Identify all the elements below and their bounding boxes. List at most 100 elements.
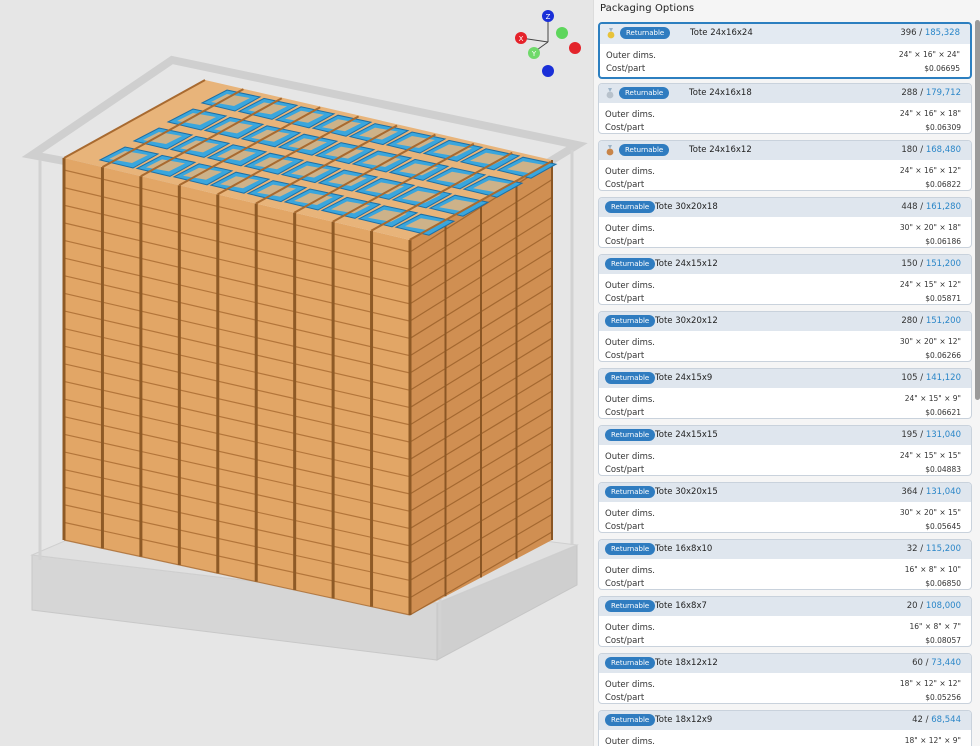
parts-per-tote: 280 xyxy=(901,316,918,326)
outer-dims-label: Outer dims. xyxy=(605,452,656,462)
cost-part-label: Cost/part xyxy=(605,408,645,418)
option-card[interactable]: Returnable Tote 24x16x12 180 / 168,480 Oute… xyxy=(598,140,972,191)
option-card[interactable]: Returnable Tote 16x8x7 20 / 108,000 Outer d… xyxy=(598,596,972,647)
part-counts: 280 / 151,200 xyxy=(901,316,961,326)
option-card[interactable]: Returnable Tote 30x20x18 448 / 161,280 Oute… xyxy=(598,197,972,248)
part-counts: 448 / 161,280 xyxy=(901,202,961,212)
option-card[interactable]: Returnable Tote 24x16x24 396 / 185,328 Oute… xyxy=(598,22,972,79)
cost-part-value: $0.06621 xyxy=(925,408,961,417)
options-list[interactable]: Returnable Tote 24x16x24 396 / 185,328 Oute… xyxy=(598,22,972,746)
option-card[interactable]: Returnable Tote 24x15x15 195 / 131,040 Oute… xyxy=(598,425,972,476)
cost-part-value: $0.04883 xyxy=(925,465,961,474)
total-parts: 68,544 xyxy=(931,715,961,725)
returnable-badge: Returnable xyxy=(605,258,656,270)
returnable-badge: Returnable xyxy=(605,543,656,555)
tote-name: Tote 18x12x12 xyxy=(655,658,718,668)
outer-dims-value: 16" × 8" × 7" xyxy=(909,622,961,631)
part-counts: 105 / 141,120 xyxy=(901,373,961,383)
outer-dims-value: 30" × 20" × 15" xyxy=(899,508,961,517)
option-card[interactable]: Returnable Tote 24x15x9 105 / 141,120 Outer… xyxy=(598,368,972,419)
option-card[interactable]: Returnable Tote 24x15x12 150 / 151,200 Oute… xyxy=(598,254,972,305)
outer-dims-value: 24" × 15" × 9" xyxy=(904,394,961,403)
part-counts: 20 / 108,000 xyxy=(906,601,961,611)
part-counts: 32 / 115,200 xyxy=(906,544,961,554)
option-card[interactable]: Returnable Tote 30x20x15 364 / 131,040 Oute… xyxy=(598,482,972,533)
parts-per-tote: 180 xyxy=(901,145,918,155)
returnable-badge: Returnable xyxy=(620,27,671,39)
cost-part-label: Cost/part xyxy=(606,64,646,74)
outer-dims-label: Outer dims. xyxy=(605,338,656,348)
gizmo-label-x: X xyxy=(519,35,524,43)
outer-dims-label: Outer dims. xyxy=(606,51,657,61)
cost-part-label: Cost/part xyxy=(605,465,645,475)
tote-name: Tote 24x15x15 xyxy=(655,430,718,440)
total-parts: 179,712 xyxy=(925,88,961,98)
cost-part-label: Cost/part xyxy=(605,579,645,589)
packaging-options-panel: Packaging Options Returnable Tote 24x16x2… xyxy=(593,0,980,746)
outer-dims-value: 24" × 15" × 12" xyxy=(899,280,961,289)
total-parts: 115,200 xyxy=(925,544,961,554)
parts-per-tote: 105 xyxy=(901,373,918,383)
scrollbar[interactable] xyxy=(975,20,980,400)
cost-part-label: Cost/part xyxy=(605,180,645,190)
gizmo-label-z: Z xyxy=(546,13,551,21)
tote-name: Tote 16x8x10 xyxy=(655,544,713,554)
gold-medal-icon xyxy=(607,28,615,39)
x-neg-handle xyxy=(569,42,581,54)
total-parts: 151,200 xyxy=(925,259,961,269)
parts-per-tote: 364 xyxy=(901,487,918,497)
outer-dims-value: 24" × 16" × 18" xyxy=(899,109,961,118)
parts-per-tote: 32 xyxy=(906,544,918,554)
total-parts: 131,040 xyxy=(925,487,961,497)
cost-part-value: $0.08057 xyxy=(925,636,961,645)
cost-part-label: Cost/part xyxy=(605,693,645,703)
returnable-badge: Returnable xyxy=(605,429,656,441)
parts-per-tote: 20 xyxy=(906,601,918,611)
parts-per-tote: 150 xyxy=(901,259,918,269)
returnable-badge: Returnable xyxy=(605,486,656,498)
tote-name: Tote 24x16x18 xyxy=(689,88,752,98)
cost-part-label: Cost/part xyxy=(605,522,645,532)
panel-title: Packaging Options xyxy=(600,3,695,14)
option-card[interactable]: Returnable Tote 24x16x18 288 / 179,712 Oute… xyxy=(598,83,972,134)
outer-dims-value: 30" × 20" × 12" xyxy=(899,337,961,346)
cost-part-label: Cost/part xyxy=(605,237,645,247)
cost-part-value: $0.05871 xyxy=(925,294,961,303)
option-card[interactable]: Returnable Tote 30x20x12 280 / 151,200 Oute… xyxy=(598,311,972,362)
cost-part-label: Cost/part xyxy=(605,294,645,304)
cost-part-value: $0.06186 xyxy=(925,237,961,246)
cost-part-value: $0.06822 xyxy=(925,180,961,189)
returnable-badge: Returnable xyxy=(605,657,656,669)
option-card[interactable]: Returnable Tote 18x12x9 42 / 68,544 Outer d… xyxy=(598,710,972,746)
returnable-badge: Returnable xyxy=(605,315,656,327)
returnable-badge: Returnable xyxy=(605,201,656,213)
part-counts: 150 / 151,200 xyxy=(901,259,961,269)
cost-part-value: $0.06266 xyxy=(925,351,961,360)
parts-per-tote: 448 xyxy=(901,202,918,212)
total-parts: 73,440 xyxy=(931,658,961,668)
part-counts: 364 / 131,040 xyxy=(901,487,961,497)
z-neg-handle xyxy=(542,65,554,77)
returnable-badge: Returnable xyxy=(619,87,670,99)
outer-dims-value: 24" × 16" × 24" xyxy=(898,50,960,59)
parts-per-tote: 60 xyxy=(912,658,923,668)
outer-dims-label: Outer dims. xyxy=(605,737,656,746)
outer-dims-label: Outer dims. xyxy=(605,281,656,291)
cost-part-value: $0.05645 xyxy=(925,522,961,531)
option-card[interactable]: Returnable Tote 18x12x12 60 / 73,440 Outer … xyxy=(598,653,972,704)
cost-part-value: $0.06695 xyxy=(924,64,960,73)
pallet-scene[interactable]: Z XY xyxy=(0,0,593,746)
outer-dims-value: 24" × 16" × 12" xyxy=(899,166,961,175)
total-parts: 131,040 xyxy=(925,430,961,440)
3d-viewport[interactable]: Z XY xyxy=(0,0,593,746)
outer-dims-label: Outer dims. xyxy=(605,110,656,120)
tote-name: Tote 24x16x12 xyxy=(689,145,752,155)
tote-name: Tote 24x15x9 xyxy=(655,373,713,383)
part-counts: 396 / 185,328 xyxy=(900,28,960,38)
cost-part-value: $0.06850 xyxy=(925,579,961,588)
tote-name: Tote 30x20x15 xyxy=(655,487,718,497)
outer-dims-value: 18" × 12" × 9" xyxy=(904,736,961,745)
option-card[interactable]: Returnable Tote 16x8x10 32 / 115,200 Outer … xyxy=(598,539,972,590)
parts-per-tote: 195 xyxy=(901,430,918,440)
outer-dims-value: 30" × 20" × 18" xyxy=(899,223,961,232)
